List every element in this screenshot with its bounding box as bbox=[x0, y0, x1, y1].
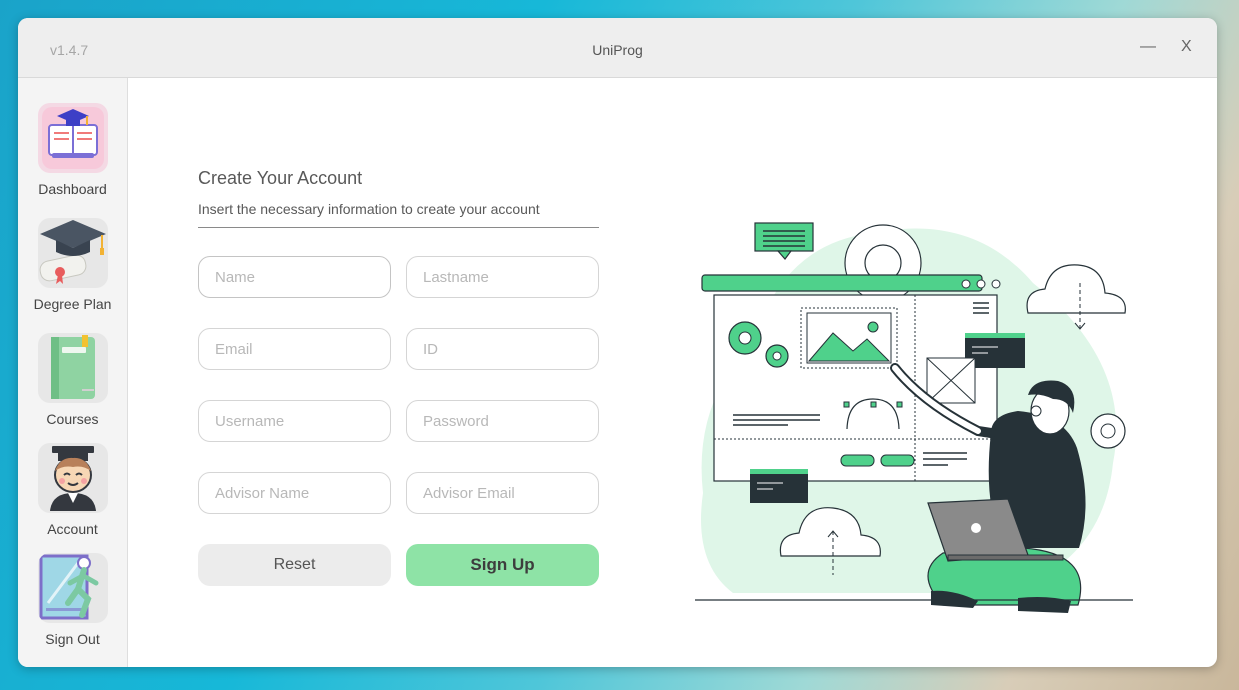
username-field[interactable] bbox=[198, 400, 391, 442]
password-field[interactable] bbox=[406, 400, 599, 442]
sidebar-item-sign-out[interactable]: Sign Out bbox=[18, 553, 127, 653]
diploma-cap-icon bbox=[38, 218, 108, 288]
sidebar-item-label: Account bbox=[47, 521, 98, 537]
sidebar-item-dashboard[interactable]: Dashboard bbox=[18, 103, 127, 203]
window-title: UniProg bbox=[592, 42, 643, 58]
title-bar: v1.4.7 UniProg — X bbox=[18, 18, 1217, 78]
form-divider bbox=[198, 227, 599, 228]
web-design-illustration bbox=[673, 203, 1145, 623]
reset-button[interactable]: Reset bbox=[198, 544, 391, 586]
sign-up-button[interactable]: Sign Up bbox=[406, 544, 599, 586]
close-button[interactable]: X bbox=[1181, 38, 1192, 56]
graduate-avatar-icon bbox=[38, 443, 108, 513]
email-field[interactable] bbox=[198, 328, 391, 370]
book-graduation-cap-icon bbox=[38, 103, 108, 173]
sidebar: Dashboard Degree Plan Courses Account Si… bbox=[18, 78, 128, 667]
sidebar-item-label: Courses bbox=[46, 411, 99, 427]
sidebar-item-label: Sign Out bbox=[45, 631, 100, 647]
form-title: Create Your Account bbox=[198, 168, 363, 188]
advisor-email-field[interactable] bbox=[406, 472, 599, 514]
sidebar-item-label: Degree Plan bbox=[33, 296, 112, 312]
minimize-button[interactable]: — bbox=[1140, 38, 1156, 56]
sidebar-item-courses[interactable]: Courses bbox=[18, 333, 127, 428]
lastname-field[interactable] bbox=[406, 256, 599, 298]
form-subtitle: Insert the necessary information to crea… bbox=[198, 201, 540, 217]
exit-door-icon bbox=[38, 553, 108, 623]
sidebar-item-account[interactable]: Account bbox=[18, 443, 127, 538]
app-window: v1.4.7 UniProg — X Dashboard Degree Plan… bbox=[18, 18, 1217, 667]
sidebar-item-degree-plan[interactable]: Degree Plan bbox=[18, 218, 127, 318]
id-field[interactable] bbox=[406, 328, 599, 370]
sidebar-item-label: Dashboard bbox=[38, 181, 107, 197]
name-field[interactable] bbox=[198, 256, 391, 298]
green-notebook-icon bbox=[38, 333, 108, 403]
advisor-name-field[interactable] bbox=[198, 472, 391, 514]
